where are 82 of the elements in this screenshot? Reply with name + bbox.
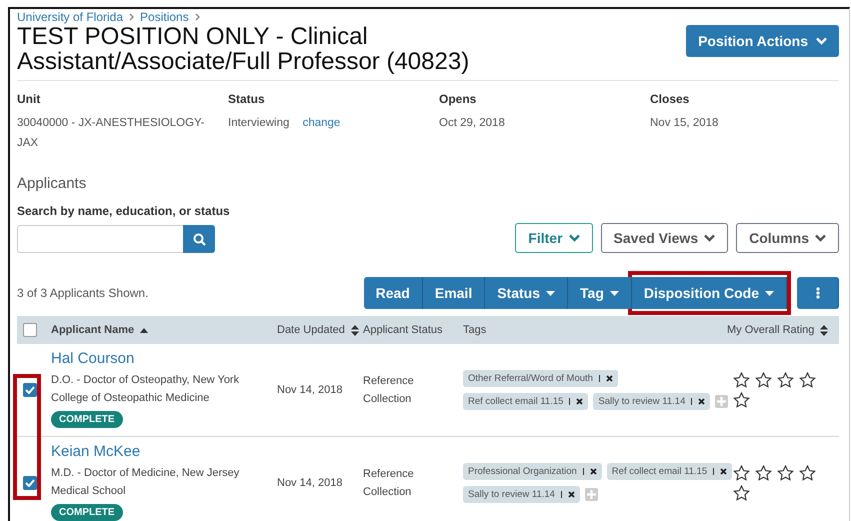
- bulk-action-button[interactable]: Status: [485, 277, 568, 309]
- column-header[interactable]: Applicant Status: [363, 324, 442, 336]
- status-cell-text: Reference Collection: [363, 374, 415, 407]
- section-title: Applicants: [17, 175, 88, 192]
- position-actions-button[interactable]: Position Actions: [686, 25, 839, 57]
- view-option-button[interactable]: Saved Views: [600, 223, 728, 253]
- chevron-down-icon: [704, 234, 716, 242]
- row-checkbox[interactable]: [23, 383, 37, 397]
- caret-icon: [546, 290, 556, 296]
- tag-chip: Professional Organization: [463, 463, 602, 480]
- star-icon[interactable]: [799, 465, 816, 481]
- search-field[interactable]: [17, 225, 183, 253]
- bulk-action-button[interactable]: Disposition Code: [632, 277, 787, 309]
- detail-value: 30040000 - JX-ANESTHESIOLOGY-JAX: [17, 117, 204, 149]
- date-cell-text: Nov 14, 2018: [277, 383, 344, 398]
- plus-icon: [586, 490, 596, 499]
- star-icon[interactable]: [733, 485, 750, 501]
- education-text: D.O. - Doctor of Osteopathy, New York College of Osteopathic Medicine: [51, 373, 240, 406]
- chevron-right-icon: [194, 13, 200, 21]
- star-icon[interactable]: [733, 465, 750, 481]
- more-button[interactable]: [797, 277, 839, 309]
- plus-icon: [717, 397, 726, 406]
- row-checkbox[interactable]: [23, 476, 37, 490]
- detail-label: Closes: [650, 92, 690, 106]
- applicant-name-link[interactable]: Keian McKee: [51, 443, 140, 460]
- status-badge: COMPLETE: [51, 411, 123, 428]
- select-all-checkbox[interactable]: [23, 323, 37, 337]
- breadcrumb-link[interactable]: University of Florida: [17, 10, 124, 24]
- chevron-down-icon: [816, 37, 827, 45]
- remove-icon[interactable]: [590, 468, 597, 475]
- chevron-down-icon: [568, 234, 580, 242]
- star-icon[interactable]: [799, 372, 816, 388]
- column-header[interactable]: Date Updated: [277, 324, 345, 336]
- chevron-right-icon: [129, 13, 134, 21]
- sort-icon[interactable]: [820, 324, 828, 336]
- chevron-down-icon: [815, 234, 826, 242]
- applicant-name-link[interactable]: Hal Courson: [51, 350, 134, 367]
- remove-icon[interactable]: [576, 398, 584, 405]
- status-cell-text: Reference Collection: [363, 467, 415, 500]
- date-cell-text: Nov 14, 2018: [277, 476, 344, 491]
- detail-value: Interviewing: [228, 117, 290, 129]
- tag-chip: Sally to review 11.14: [593, 393, 710, 410]
- caret-icon: [765, 290, 774, 296]
- remove-icon[interactable]: [568, 491, 575, 498]
- star-icon[interactable]: [755, 372, 772, 388]
- column-header[interactable]: Applicant Name: [51, 324, 134, 336]
- bulk-action-button[interactable]: Tag: [568, 277, 632, 309]
- column-header[interactable]: Tags: [463, 324, 486, 336]
- bulk-action-button[interactable]: Read: [364, 277, 423, 309]
- remove-icon[interactable]: [698, 398, 706, 405]
- star-icon[interactable]: [733, 372, 750, 388]
- view-option-button[interactable]: Columns: [736, 223, 839, 253]
- star-icon[interactable]: [755, 465, 772, 481]
- more-icon: [816, 287, 820, 299]
- search-label: Search by name, education, or status: [17, 204, 230, 218]
- star-icon[interactable]: [777, 372, 794, 388]
- sort-up-icon[interactable]: [140, 328, 148, 332]
- bulk-action-button[interactable]: Email: [422, 277, 486, 309]
- applicant-count: 3 of 3 Applicants Shown.: [17, 286, 148, 300]
- search-icon[interactable]: [192, 232, 206, 246]
- tag-chip: Other Referral/Word of Mouth: [463, 370, 618, 387]
- view-option-button[interactable]: Filter: [515, 223, 593, 253]
- tag-chip: Ref collect email 11.15: [606, 463, 732, 480]
- tag-chip: Ref collect email 11.15: [463, 393, 588, 410]
- page-title: TEST POSITION ONLY - Clinical Assistant/Associate/Full Professor (40823): [17, 24, 470, 74]
- detail-value: Nov 15, 2018: [650, 117, 718, 129]
- education-text: M.D. - Doctor of Medicine, New Jersey Medical School: [51, 466, 240, 499]
- column-header[interactable]: My Overall Rating: [727, 324, 814, 336]
- breadcrumb-link[interactable]: Positions: [140, 10, 189, 24]
- detail-label: Unit: [17, 92, 42, 106]
- remove-icon[interactable]: [606, 375, 613, 382]
- star-icon[interactable]: [777, 465, 794, 481]
- caret-icon: [610, 290, 619, 296]
- change-link[interactable]: change: [302, 117, 340, 129]
- detail-label: Status: [228, 92, 266, 106]
- sort-icon[interactable]: [350, 324, 359, 336]
- remove-icon[interactable]: [720, 468, 728, 475]
- detail-label: Opens: [439, 92, 478, 106]
- star-icon[interactable]: [733, 392, 750, 408]
- tag-chip: Sally to review 11.14: [463, 486, 580, 503]
- status-badge: COMPLETE: [51, 504, 123, 521]
- detail-value: Oct 29, 2018: [439, 117, 505, 129]
